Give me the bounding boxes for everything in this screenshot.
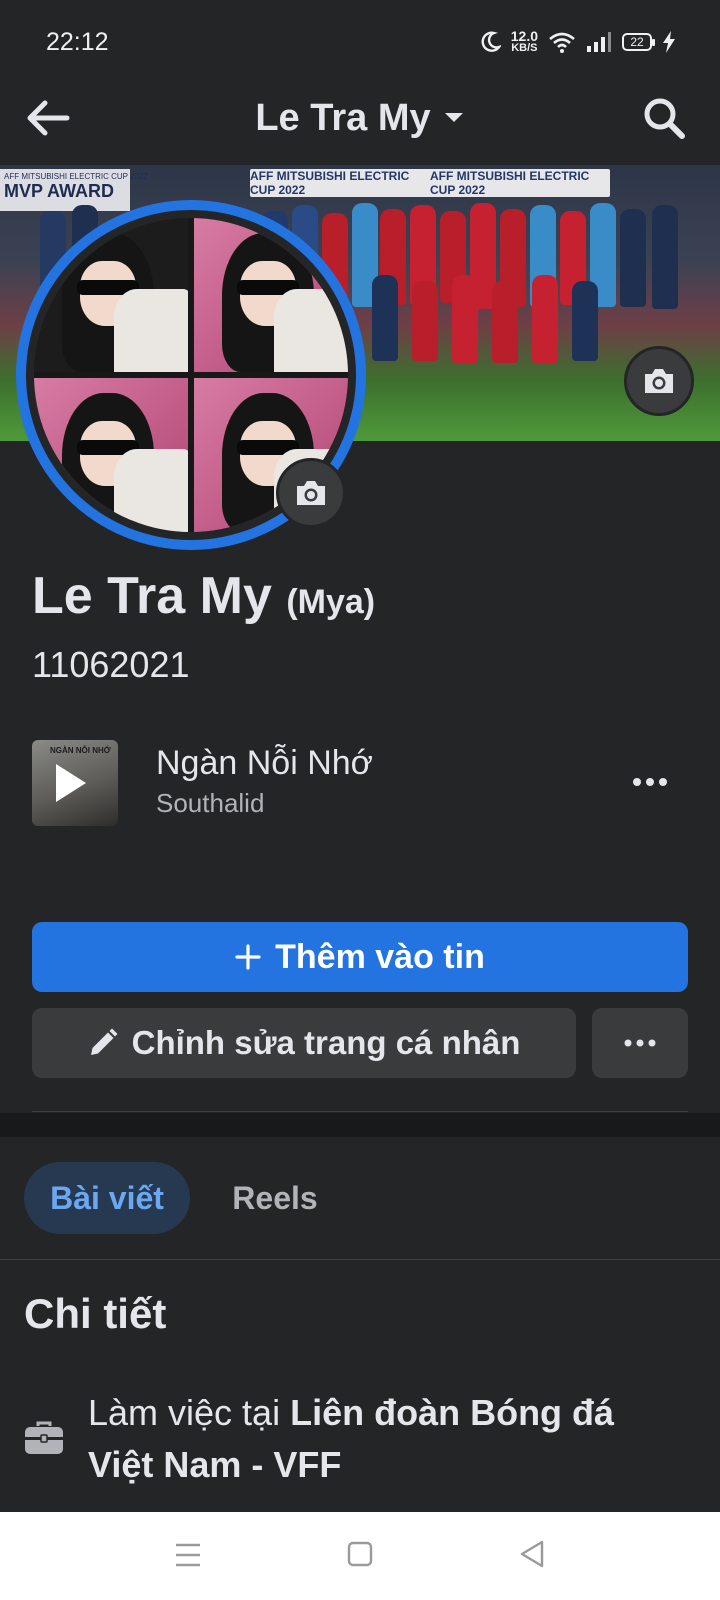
music-more-button[interactable] (628, 762, 672, 802)
cover-sponsor-text: AFF MITSUBISHI ELECTRIC CUP 2022 (250, 169, 410, 197)
divider (0, 1259, 720, 1260)
system-navigation-bar (0, 1512, 720, 1600)
play-icon[interactable] (46, 760, 92, 806)
work-detail: Làm việc tại Liên đoàn Bóng đá Việt Nam … (88, 1387, 688, 1491)
moon-icon (481, 31, 501, 52)
status-bar: 22:12 12.0 KB/S 22 (0, 0, 720, 82)
plus-icon (235, 944, 261, 970)
search-button[interactable] (638, 92, 690, 144)
wifi-icon (549, 32, 575, 53)
section-separator (0, 1113, 720, 1137)
cover-sponsor-text-2: AFF MITSUBISHI ELECTRIC CUP 2022 (430, 169, 590, 197)
profile-switcher[interactable]: Le Tra My (0, 92, 720, 144)
music-cover-art[interactable]: NGÀN NỖI NHỚ (32, 740, 118, 826)
more-horizontal-icon (633, 778, 667, 786)
back-triangle-icon[interactable] (518, 1539, 546, 1569)
recent-apps-icon[interactable] (174, 1542, 202, 1568)
chevron-down-icon[interactable] (443, 111, 465, 125)
cover-award-banner: AFF MITSUBISHI ELECTRIC CUP 2022 MVP AWA… (0, 169, 148, 211)
edit-profile-button[interactable]: Chỉnh sửa trang cá nhân (32, 1008, 576, 1078)
status-icons: 12.0 KB/S 22 (481, 29, 676, 54)
back-button[interactable] (22, 92, 74, 144)
profile-nickname: (Mya) (286, 583, 376, 621)
battery-indicator: 22 (622, 33, 655, 51)
tab-posts[interactable]: Bài viết (24, 1162, 190, 1234)
profile-name: Le Tra My (Mya) (32, 566, 375, 626)
search-icon (644, 98, 685, 139)
camera-icon (297, 481, 325, 505)
music-title: Ngàn Nỗi Nhớ (156, 744, 373, 782)
camera-icon (645, 369, 673, 393)
profile-picture-camera-button[interactable] (276, 458, 346, 528)
cover-award-banner-small: AFF MITSUBISHI ELECTRIC CUP 2022 (4, 172, 148, 181)
charging-bolt-icon (663, 31, 675, 53)
profile-name-text: Le Tra My (32, 567, 272, 625)
cover-camera-button[interactable] (624, 346, 694, 416)
briefcase-icon (25, 1421, 63, 1454)
add-to-story-label: Thêm vào tin (275, 937, 485, 976)
pencil-icon (90, 1028, 118, 1055)
work-prefix: Làm việc tại (88, 1392, 291, 1433)
top-app-bar: Le Tra My (0, 82, 720, 164)
home-square-icon[interactable] (346, 1540, 374, 1568)
profile-more-button[interactable] (592, 1008, 688, 1078)
network-speed-unit: KB/S (511, 42, 538, 54)
signal-icon (587, 32, 611, 52)
network-speed: 12.0 KB/S (511, 29, 538, 54)
back-arrow-icon (27, 100, 70, 136)
header-title[interactable]: Le Tra My (255, 97, 430, 140)
tab-reels[interactable]: Reels (210, 1162, 340, 1234)
details-heading: Chi tiết (24, 1290, 167, 1337)
profile-music[interactable]: NGÀN NỖI NHỚ Ngàn Nỗi Nhớ Southalid (0, 736, 720, 830)
status-time: 22:12 (46, 28, 109, 56)
music-cover-text: NGÀN NỖI NHỚ (50, 746, 111, 755)
more-horizontal-icon (624, 1039, 656, 1047)
edit-profile-label: Chỉnh sửa trang cá nhân (131, 1024, 521, 1061)
cover-award-banner-large: MVP AWARD (4, 181, 115, 201)
profile-bio: 11062021 (32, 644, 190, 685)
cover-sponsor-banner: AFF MITSUBISHI ELECTRIC CUP 2022 AFF MIT… (250, 169, 610, 197)
divider (32, 1111, 688, 1112)
music-artist: Southalid (156, 788, 265, 818)
add-to-story-button[interactable]: Thêm vào tin (32, 922, 688, 992)
